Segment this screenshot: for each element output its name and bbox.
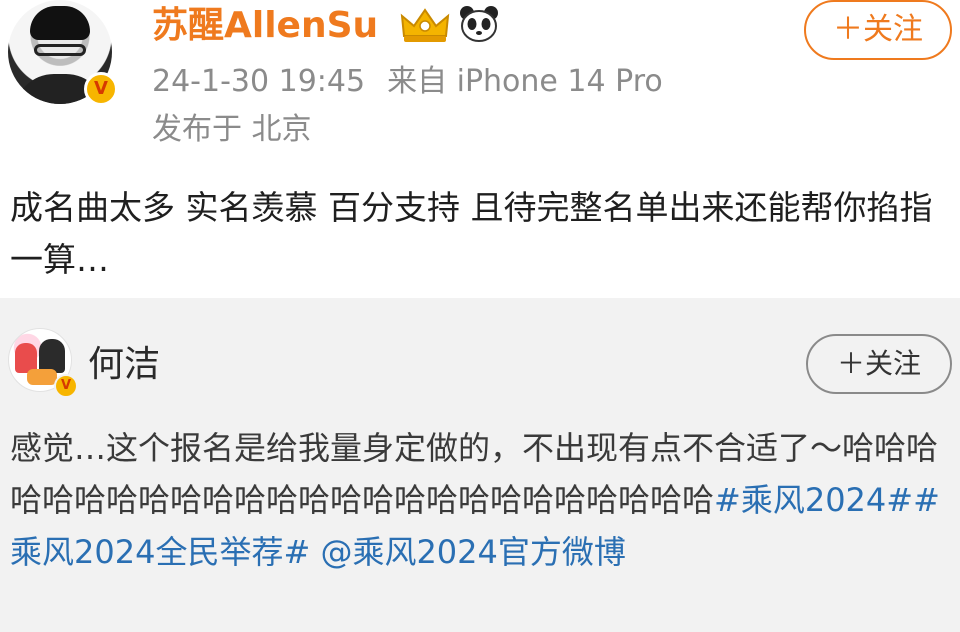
user-avatar[interactable]: V	[8, 0, 124, 106]
reposted-content[interactable]: V 何洁 ＋关注 感觉…这个报名是给我量身定做的，不出现有点不合适了～哈哈哈哈哈…	[0, 298, 960, 632]
post-location: 发布于 北京	[152, 112, 312, 147]
post-source: 来自 iPhone 14 Pro	[387, 64, 663, 99]
repost-text: 感觉…这个报名是给我量身定做的，不出现有点不合适了～哈哈哈哈哈哈哈哈哈哈哈哈哈哈…	[10, 422, 955, 578]
topic-link-chengfeng2024[interactable]: #乘风2024#	[714, 481, 913, 519]
verified-badge-icon: V	[84, 72, 118, 106]
repost-follow-button[interactable]: ＋关注	[806, 334, 952, 394]
follow-button[interactable]: ＋关注	[804, 0, 952, 60]
panda-icon	[460, 6, 498, 42]
post-text: 成名曲太多 实名羡慕 百分支持 且待完整名单出来还能帮你掐指一算…	[10, 188, 933, 279]
mention-link-official[interactable]: @乘风2024官方微博	[310, 533, 625, 571]
original-post: V 苏醒AllenSu 24-1-30 19:45 来自 iPhone 14 Pr…	[0, 0, 960, 298]
post-timestamp: 24-1-30 19:45	[152, 64, 366, 99]
repost-verified-badge-icon: V	[54, 374, 78, 398]
repost-user-avatar[interactable]: V	[8, 328, 78, 398]
crown-level-icon	[400, 8, 450, 42]
repost-username[interactable]: 何洁	[88, 342, 160, 388]
post-meta: 24-1-30 19:45 来自 iPhone 14 Pro	[152, 62, 663, 102]
post-username[interactable]: 苏醒AllenSu	[152, 4, 378, 48]
